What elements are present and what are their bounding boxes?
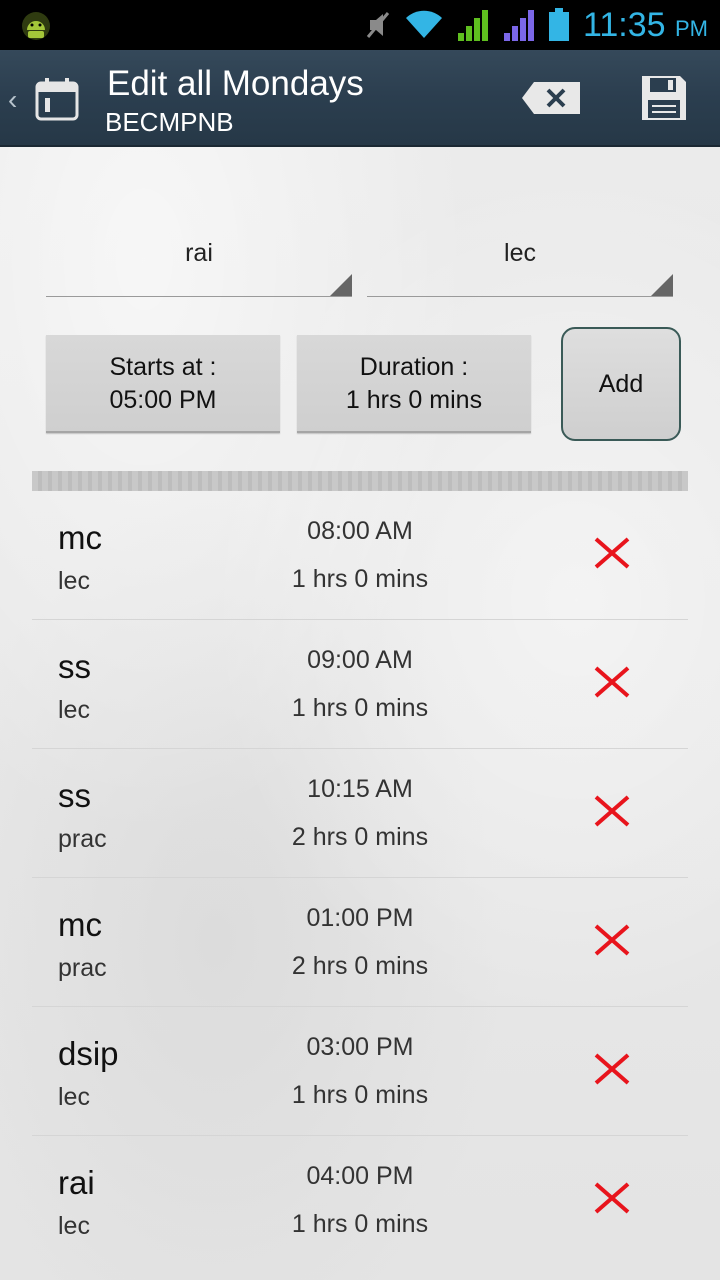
up-caret-icon[interactable]: ‹ [8, 84, 17, 116]
list-item: mc prac 01:00 PM 2 hrs 0 mins [32, 878, 688, 1007]
entry-subject: mc [58, 906, 102, 943]
delete-icon[interactable] [592, 1180, 632, 1216]
entry-type: lec [58, 696, 90, 724]
muted-icon [366, 12, 390, 38]
status-icons [364, 6, 570, 44]
entry-subject: dsip [58, 1035, 119, 1072]
delete-icon[interactable] [592, 535, 632, 571]
entry-time: 04:00 PM [306, 1162, 414, 1190]
battery-icon [549, 8, 569, 41]
spinner-arrow-icon [651, 274, 673, 296]
content-area: rai lec Starts at : 05:00 PM Duration : … [0, 147, 720, 1280]
list-item: ss prac 10:15 AM 2 hrs 0 mins [32, 749, 688, 878]
duration-label: Duration : [359, 353, 469, 381]
list-item: dsip lec 03:00 PM 1 hrs 0 mins [32, 1007, 688, 1136]
starts-at-label: Starts at : [109, 353, 217, 381]
starts-at-value: 05:00 PM [109, 386, 217, 414]
clear-button[interactable] [520, 80, 582, 116]
signal-green-icon [458, 10, 488, 41]
clock: 11:35 PM [582, 6, 708, 44]
page-title: Edit all Mondays [107, 64, 364, 103]
list-item: ss lec 09:00 AM 1 hrs 0 mins [32, 620, 688, 749]
duration-value: 1 hrs 0 mins [345, 386, 483, 414]
duration-button[interactable]: Duration : 1 hrs 0 mins [297, 335, 531, 433]
page-subtitle: BECMPNB [105, 107, 234, 137]
android-debug-icon [22, 12, 50, 40]
delete-icon[interactable] [592, 793, 632, 829]
type-spinner[interactable]: lec [367, 227, 673, 297]
subject-spinner[interactable]: rai [46, 227, 352, 297]
signal-purple-icon [504, 10, 534, 41]
add-button[interactable]: Add [561, 327, 681, 441]
entry-type: lec [58, 567, 90, 595]
entry-duration: 1 hrs 0 mins [291, 1210, 429, 1238]
entry-duration: 1 hrs 0 mins [291, 1081, 429, 1109]
entry-subject: mc [58, 519, 102, 556]
type-spinner-value: lec [504, 239, 536, 267]
list-item: rai lec 04:00 PM 1 hrs 0 mins [32, 1136, 688, 1265]
entry-subject: rai [58, 1164, 95, 1201]
delete-icon[interactable] [592, 1051, 632, 1087]
status-bar: 11:35 PM [0, 0, 720, 50]
wifi-icon [406, 10, 442, 39]
entry-time: 08:00 AM [307, 517, 413, 545]
entry-duration: 1 hrs 0 mins [291, 694, 429, 722]
starts-at-button[interactable]: Starts at : 05:00 PM [46, 335, 280, 433]
delete-icon[interactable] [592, 922, 632, 958]
entry-time: 09:00 AM [307, 646, 413, 674]
calendar-icon[interactable] [34, 76, 80, 122]
entry-type: lec [58, 1083, 90, 1111]
entry-time: 10:15 AM [307, 775, 413, 803]
entry-subject: ss [58, 777, 91, 814]
spinner-arrow-icon [330, 274, 352, 296]
entry-type: lec [58, 1212, 90, 1240]
entry-time: 03:00 PM [306, 1033, 414, 1061]
subject-spinner-value: rai [185, 239, 213, 267]
entry-type: prac [58, 954, 107, 982]
entries-list: mc lec 08:00 AM 1 hrs 0 mins ss lec 09:0… [32, 491, 688, 1265]
entry-duration: 2 hrs 0 mins [291, 823, 429, 851]
divider [32, 471, 688, 491]
list-item: mc lec 08:00 AM 1 hrs 0 mins [32, 491, 688, 620]
entry-duration: 1 hrs 0 mins [291, 565, 429, 593]
entry-time: 01:00 PM [306, 904, 414, 932]
entry-subject: ss [58, 648, 91, 685]
save-button[interactable] [640, 74, 688, 122]
entry-type: prac [58, 825, 107, 853]
action-bar: ‹ Edit all Mondays BECMPNB [0, 50, 720, 147]
entry-duration: 2 hrs 0 mins [291, 952, 429, 980]
delete-icon[interactable] [592, 664, 632, 700]
